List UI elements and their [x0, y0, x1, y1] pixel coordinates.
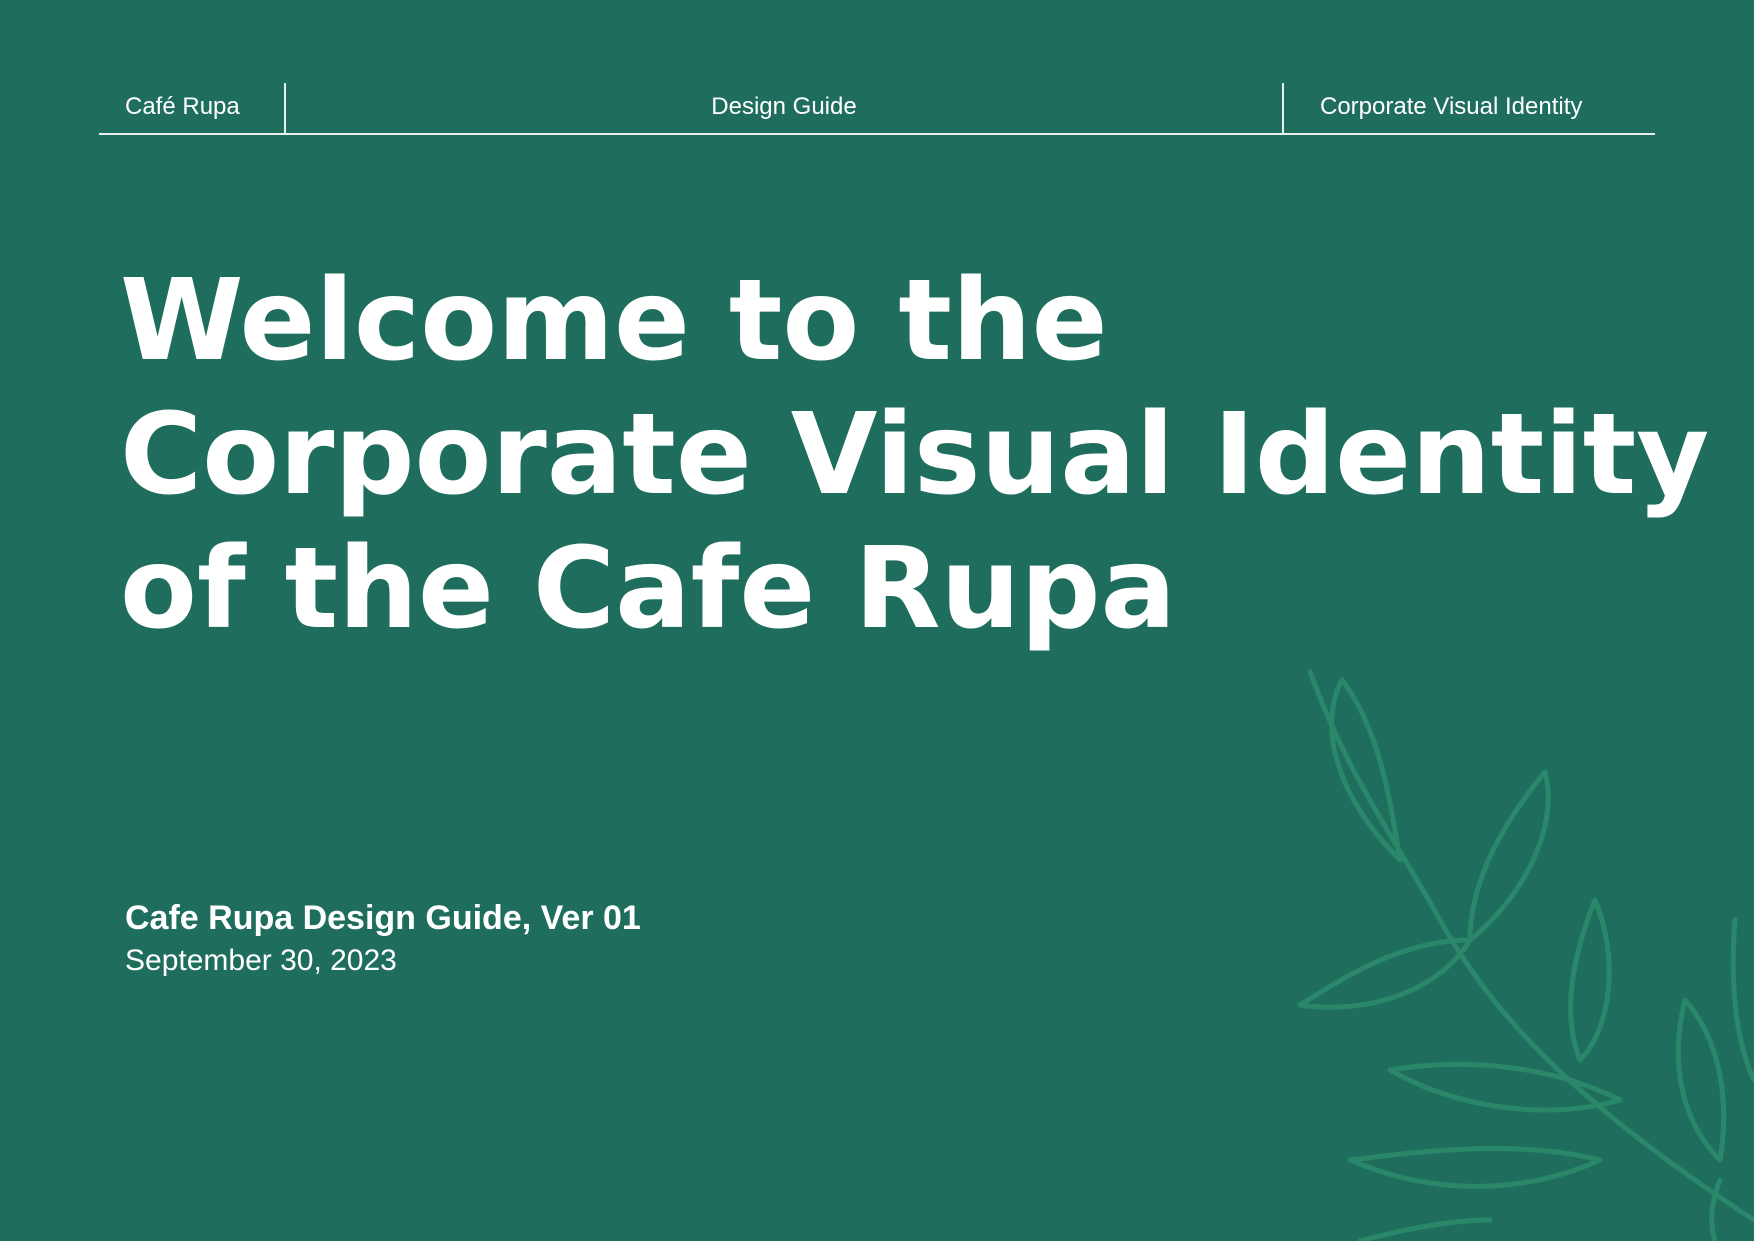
section-title: Corporate Visual Identity — [1320, 93, 1583, 120]
leaf-branch-icon — [1290, 660, 1754, 1241]
headline-line-1: Welcome to the — [120, 256, 1108, 386]
main-headline: Welcome to the Corporate Visual Identity… — [120, 254, 1709, 656]
guide-version: Cafe Rupa Design Guide, Ver 01 — [125, 899, 641, 937]
document-meta: Cafe Rupa Design Guide, Ver 01 September… — [125, 896, 641, 982]
publication-date: September 30, 2023 — [125, 944, 397, 977]
document-type: Design Guide — [711, 93, 857, 120]
brand-name: Café Rupa — [125, 93, 240, 120]
cover-page: Café Rupa Design Guide Corporate Visual … — [0, 0, 1754, 1241]
header-divider — [1282, 83, 1284, 133]
header-bar: Café Rupa Design Guide Corporate Visual … — [99, 83, 1655, 135]
headline-line-3: of the Cafe Rupa — [120, 524, 1177, 654]
headline-line-2: Corporate Visual Identity — [120, 390, 1710, 520]
